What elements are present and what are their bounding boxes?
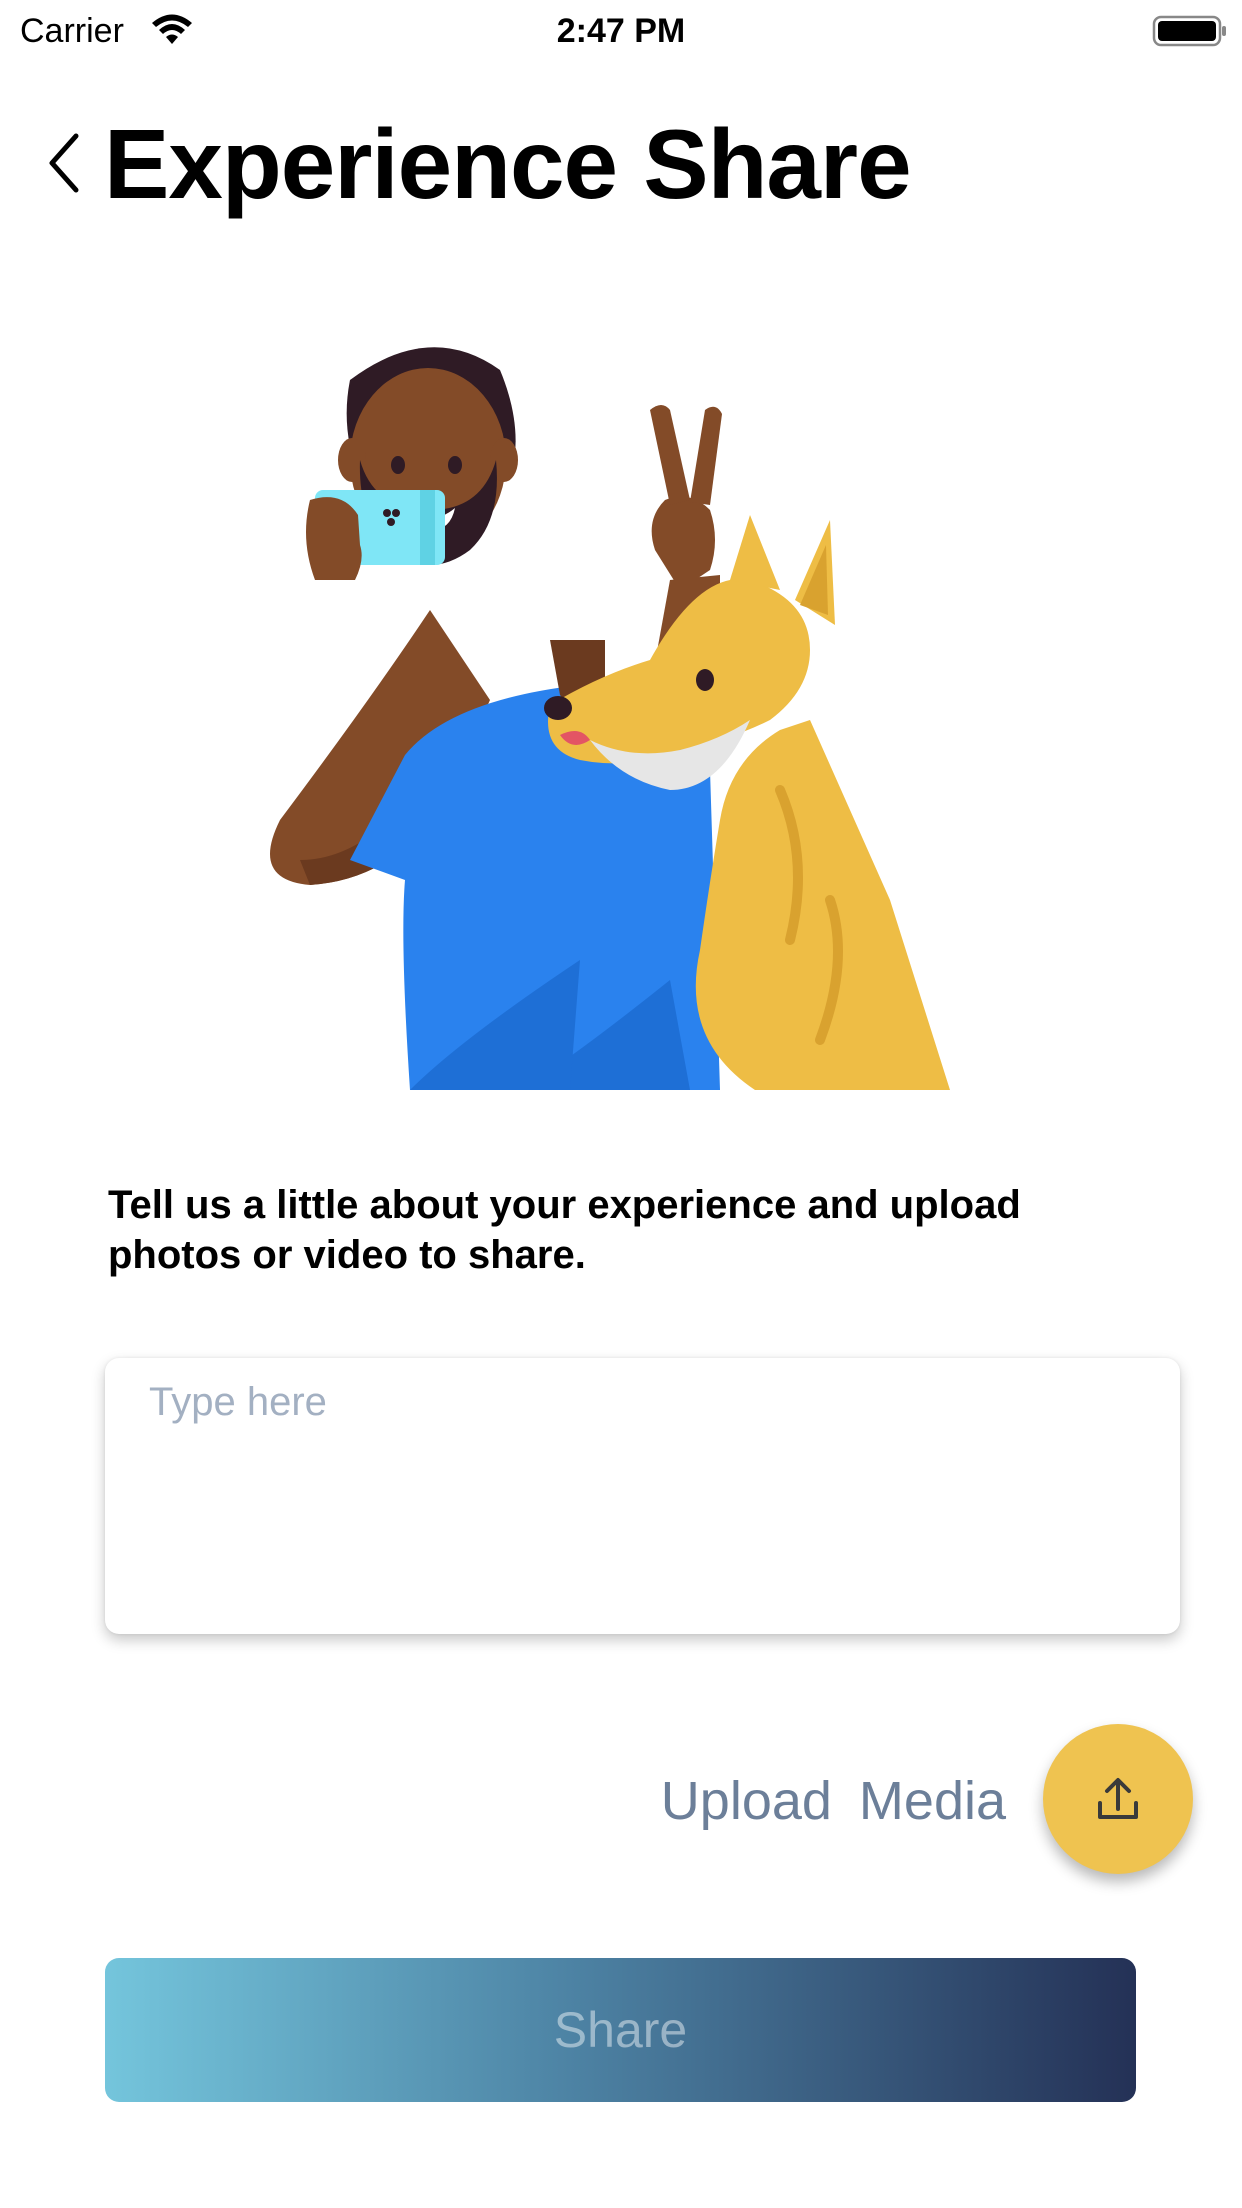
chevron-left-icon bbox=[49, 133, 79, 193]
page-title: Experience Share bbox=[104, 109, 912, 219]
status-bar: Carrier 2:47 PM bbox=[0, 0, 1242, 62]
upload-media-label[interactable]: Upload Media bbox=[600, 1770, 1006, 1832]
back-button[interactable] bbox=[40, 128, 90, 198]
upload-icon bbox=[1098, 1778, 1138, 1819]
share-button-label: Share bbox=[553, 2002, 688, 2058]
selfie-with-dog-illustration bbox=[270, 347, 950, 1090]
instructions-text: Tell us a little about your experience a… bbox=[108, 1183, 1021, 1277]
status-time: 2:47 PM bbox=[556, 12, 686, 50]
battery-icon bbox=[1152, 15, 1226, 47]
experience-text-area[interactable] bbox=[105, 1358, 1180, 1634]
share-button[interactable]: Share bbox=[105, 1958, 1136, 2102]
upload-media-button[interactable] bbox=[1043, 1724, 1193, 1874]
